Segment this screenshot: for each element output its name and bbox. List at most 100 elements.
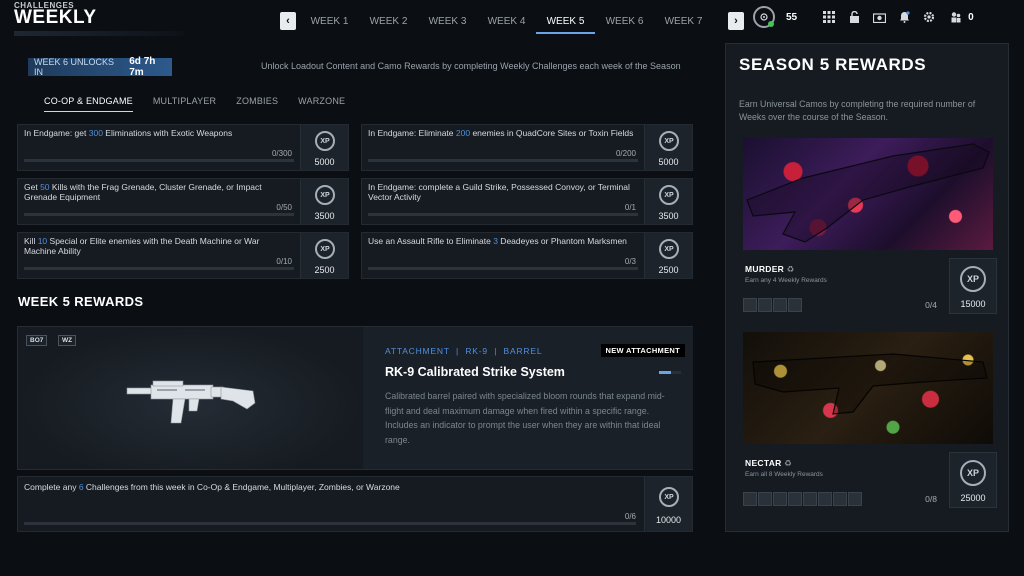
- xp-icon: XP: [659, 131, 679, 151]
- challenge-progress: 0/50: [276, 203, 292, 212]
- camo-requirement: Earn all 8 Weekly Rewards: [745, 471, 823, 478]
- camo-progress: 0/8: [925, 494, 937, 504]
- challenge-progress-bar: [24, 267, 294, 270]
- prev-week-button[interactable]: ‹: [280, 12, 296, 30]
- week-reward-challenge[interactable]: Complete any 6 Challenges from this week…: [17, 476, 693, 532]
- week-slot: [743, 492, 757, 506]
- tab-week-7[interactable]: WEEK 7: [654, 10, 713, 34]
- camo-name: NECTAR ♻: [745, 458, 793, 468]
- week-rewards-title: WEEK 5 REWARDS: [18, 294, 144, 309]
- top-bar: CHALLENGES WEEKLY ‹ WEEK 1 WEEK 2 WEEK 3…: [0, 0, 1024, 40]
- tab-week-5[interactable]: WEEK 5: [536, 10, 595, 34]
- challenge-progress: 0/1: [624, 203, 636, 212]
- xp-value: 5000: [314, 157, 335, 167]
- camo-info-icon: ♻: [784, 458, 793, 468]
- nectar-camo-preview: [743, 332, 993, 444]
- week-reward-panel[interactable]: BO7 WZ ATTACHMENT | RK-9 | BARREL NEW AT…: [17, 326, 693, 470]
- xp-icon: XP: [659, 185, 679, 205]
- challenge-progress: 0/300: [271, 149, 292, 158]
- week-slot: [773, 492, 787, 506]
- camo-info-icon: ♻: [786, 264, 795, 274]
- challenge-card[interactable]: Kill 10 Special or Elite enemies with th…: [17, 232, 349, 279]
- notification-bell-icon[interactable]: [896, 11, 912, 23]
- xp-reward: XP 2500: [644, 233, 692, 278]
- tab-warzone[interactable]: WARZONE: [298, 96, 345, 112]
- challenge-card[interactable]: In Endgame: get 300 Eliminations with Ex…: [17, 124, 349, 171]
- reward-name: RK-9 Calibrated Strike System: [385, 365, 565, 379]
- tab-week-1[interactable]: WEEK 1: [300, 10, 359, 34]
- player-level: 55: [786, 11, 798, 23]
- week-slot: [788, 298, 802, 312]
- challenge-text: Use an Assault Rifle to Eliminate 3 Dead…: [368, 236, 627, 246]
- xp-reward: XP 3500: [644, 179, 692, 224]
- friends-icon[interactable]: [950, 11, 962, 23]
- xp-value: 3500: [314, 211, 335, 221]
- challenge-progress: 0/10: [276, 257, 292, 266]
- page-title: WEEKLY: [14, 7, 97, 28]
- challenge-progress-bar: [368, 213, 638, 216]
- tab-week-6[interactable]: WEEK 6: [595, 10, 654, 34]
- challenge-text: Complete any 6 Challenges from this week…: [24, 482, 400, 492]
- xp-reward: XP 25000: [949, 452, 997, 508]
- challenge-card[interactable]: Use an Assault Rifle to Eliminate 3 Dead…: [361, 232, 693, 279]
- challenge-card[interactable]: Get 50 Kills with the Frag Grenade, Clus…: [17, 178, 349, 225]
- challenge-progress-bar: [24, 213, 294, 216]
- tab-multiplayer[interactable]: MULTIPLAYER: [153, 96, 216, 112]
- grid-menu-icon[interactable]: [821, 11, 837, 23]
- reward-info: ATTACHMENT | RK-9 | BARREL NEW ATTACHMEN…: [363, 327, 693, 469]
- smg-icon: [126, 380, 256, 424]
- mode-tabs: CO-OP & ENDGAME MULTIPLAYER ZOMBIES WARZ…: [44, 96, 365, 112]
- next-week-button[interactable]: ›: [728, 12, 744, 30]
- friends-count: 0: [968, 11, 974, 23]
- week-slot: [833, 492, 847, 506]
- xp-value: 2500: [314, 265, 335, 275]
- challenge-text: In Endgame: get 300 Eliminations with Ex…: [24, 128, 233, 138]
- unlock-description: Unlock Loadout Content and Camo Rewards …: [261, 61, 681, 71]
- reward-preview-toggle[interactable]: [659, 371, 681, 374]
- week-slot: [803, 492, 817, 506]
- week-slot: [758, 298, 772, 312]
- xp-icon: XP: [315, 185, 335, 205]
- xp-icon: XP: [315, 239, 335, 259]
- xp-reward: XP 5000: [644, 125, 692, 170]
- reward-type: ATTACHMENT | RK-9 | BARREL: [385, 346, 543, 356]
- tab-week-3[interactable]: WEEK 3: [418, 10, 477, 34]
- challenge-card[interactable]: In Endgame: Eliminate 200 enemies in Qua…: [361, 124, 693, 171]
- xp-value: 3500: [658, 211, 679, 221]
- player-level-icon[interactable]: [753, 6, 775, 28]
- week-slot: [758, 492, 772, 506]
- unlock-time: 6d 7h 7m: [129, 56, 156, 78]
- camo-week-slots: [743, 492, 863, 506]
- challenge-progress: 0/6: [624, 512, 636, 521]
- gear-icon[interactable]: [921, 11, 937, 23]
- lock-icon[interactable]: [846, 11, 862, 23]
- xp-icon: XP: [659, 239, 679, 259]
- week-slot: [818, 492, 832, 506]
- xp-reward: XP 15000: [949, 258, 997, 314]
- camo-progress: 0/4: [925, 300, 937, 310]
- camera-icon[interactable]: [871, 12, 887, 23]
- xp-icon: XP: [960, 266, 986, 292]
- season-rewards-title: SEASON 5 REWARDS: [739, 55, 927, 74]
- new-attachment-badge: NEW ATTACHMENT: [600, 344, 685, 357]
- chevron-left-icon: ‹: [286, 15, 290, 27]
- xp-reward: XP 3500: [300, 179, 348, 224]
- tab-coop-endgame[interactable]: CO-OP & ENDGAME: [44, 96, 133, 112]
- xp-icon: XP: [960, 460, 986, 486]
- camo-reward-card[interactable]: MURDER ♻ Earn any 4 Weekly Rewards 0/4 X…: [743, 138, 997, 318]
- bo7-tag: BO7: [26, 335, 48, 346]
- weapon-silhouette-icon: [752, 353, 988, 415]
- tab-zombies[interactable]: ZOMBIES: [236, 96, 278, 112]
- xp-value: 15000: [960, 299, 986, 309]
- season-rewards-description: Earn Universal Camos by completing the r…: [739, 99, 976, 122]
- xp-value: 2500: [658, 265, 679, 275]
- tab-week-4[interactable]: WEEK 4: [477, 10, 536, 34]
- week-tabs: WEEK 1 WEEK 2 WEEK 3 WEEK 4 WEEK 5 WEEK …: [300, 10, 713, 34]
- xp-reward: XP 10000: [644, 477, 692, 531]
- challenge-progress: 0/200: [615, 149, 636, 158]
- camo-reward-card[interactable]: NECTAR ♻ Earn all 8 Weekly Rewards 0/8 X…: [743, 332, 997, 512]
- challenge-card[interactable]: In Endgame: complete a Guild Strike, Pos…: [361, 178, 693, 225]
- unlock-label: WEEK 6 UNLOCKS IN: [34, 57, 115, 77]
- tab-week-2[interactable]: WEEK 2: [359, 10, 418, 34]
- xp-value: 5000: [658, 157, 679, 167]
